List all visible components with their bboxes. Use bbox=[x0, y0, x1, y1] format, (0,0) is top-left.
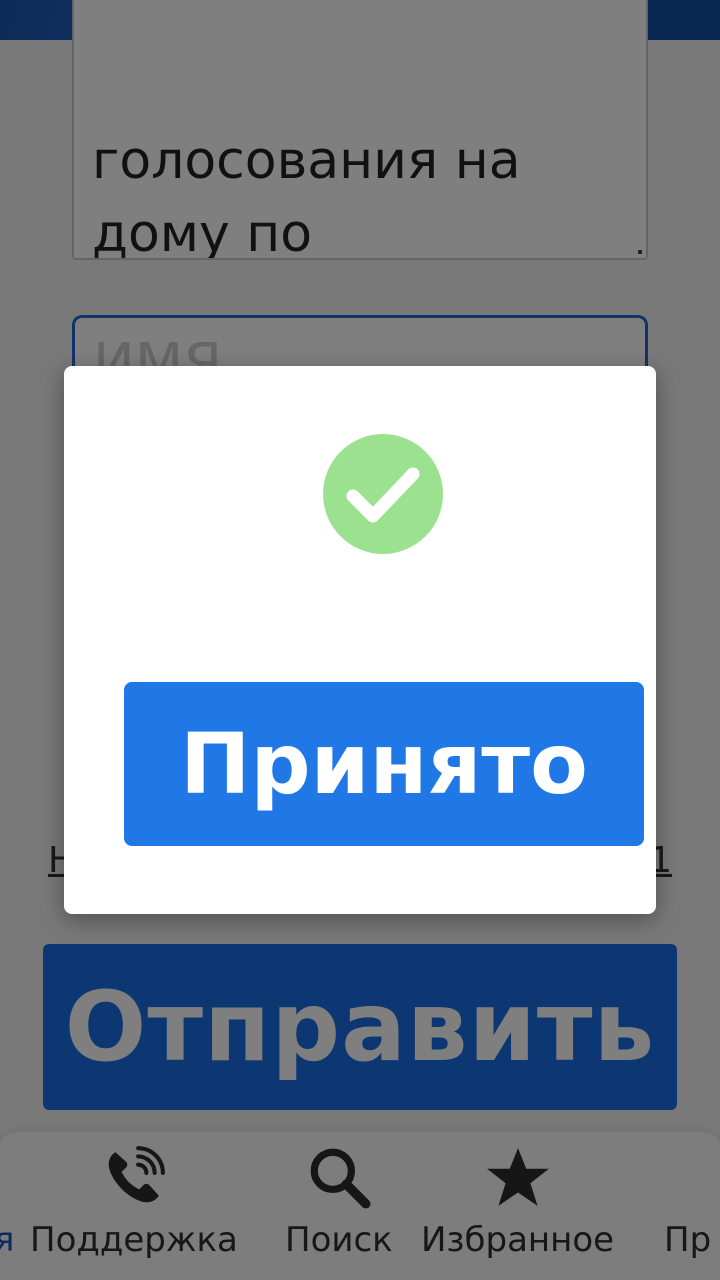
confirmation-modal: Принято bbox=[64, 366, 656, 914]
app-screen: голосования на дому по заявлениям. Н 1 О… bbox=[0, 0, 720, 1280]
accept-button[interactable]: Принято bbox=[124, 682, 644, 846]
success-check-icon bbox=[323, 434, 443, 554]
